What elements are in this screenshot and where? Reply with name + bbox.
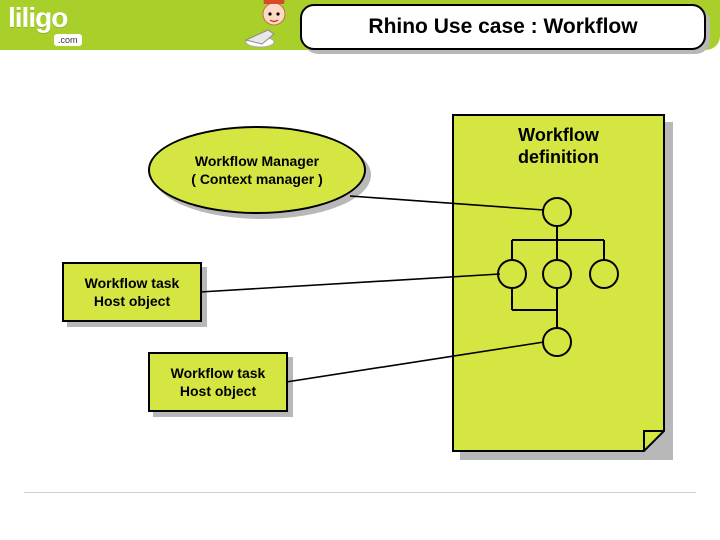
sheet-title-line2: definition <box>518 147 599 167</box>
logo-com-badge: .com <box>54 34 82 46</box>
task1-line1: Workflow task <box>85 274 180 292</box>
logo: liligo .com <box>8 6 118 48</box>
logo-text: liligo <box>8 6 118 30</box>
task1-line2: Host object <box>94 292 170 310</box>
workflow-manager-node: Workflow Manager ( Context manager ) <box>148 126 366 214</box>
page-title-text: Rhino Use case : Workflow <box>368 15 637 39</box>
sheet-title: Workflow definition <box>452 124 665 168</box>
sheet-title-line1: Workflow <box>518 125 599 145</box>
mascot-icon <box>240 0 296 50</box>
task2-line2: Host object <box>180 382 256 400</box>
manager-line1: Workflow Manager <box>195 152 319 170</box>
manager-line2: ( Context manager ) <box>191 170 322 188</box>
workflow-task2-node: Workflow task Host object <box>148 352 288 412</box>
footer-divider <box>24 492 696 493</box>
task2-line1: Workflow task <box>171 364 266 382</box>
page-title: Rhino Use case : Workflow <box>300 4 706 50</box>
workflow-task1-node: Workflow task Host object <box>62 262 202 322</box>
